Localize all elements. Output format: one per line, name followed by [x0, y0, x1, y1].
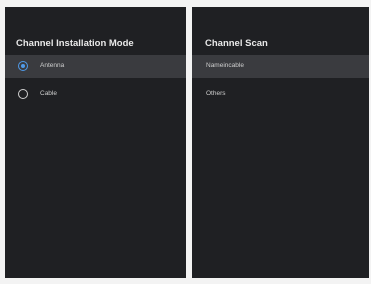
option-cable[interactable]: Cable [5, 83, 186, 106]
option-nameincable[interactable]: Nameincable [192, 55, 369, 78]
option-label: Others [206, 89, 226, 97]
panel-title: Channel Scan [205, 38, 268, 49]
option-antenna[interactable]: Antenna [5, 55, 186, 78]
option-label: Antenna [40, 61, 65, 69]
option-label: Cable [40, 89, 57, 97]
option-label: Nameincable [206, 61, 244, 69]
radio-unchecked-icon[interactable] [18, 89, 28, 99]
option-others[interactable]: Others [192, 83, 369, 106]
channel-installation-mode-panel: Channel Installation Mode Antenna Cable [5, 7, 186, 278]
radio-checked-icon[interactable] [18, 61, 28, 71]
panel-title: Channel Installation Mode [16, 38, 134, 49]
channel-scan-panel: Channel Scan Nameincable Others [192, 7, 369, 278]
